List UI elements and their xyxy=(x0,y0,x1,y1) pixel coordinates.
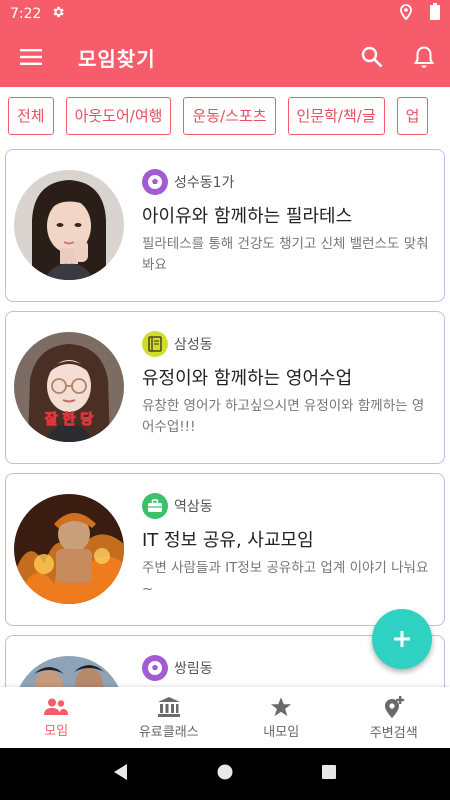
meetup-location: 성수동1가 xyxy=(174,175,235,191)
nav-label: 모임 xyxy=(44,723,69,739)
briefcase-icon xyxy=(142,493,168,519)
search-button[interactable] xyxy=(346,27,398,87)
meetup-card[interactable]: 역삼동 IT 정보 공유, 사교모임 주변 사람들과 IT정보 공유하고 업계 … xyxy=(5,473,445,626)
nav-label: 내모임 xyxy=(263,724,300,740)
bell-icon xyxy=(413,46,435,68)
recents-square-icon xyxy=(321,765,336,779)
nav-item-paid-classes[interactable]: 유료클래스 xyxy=(113,687,226,748)
meetup-title: 유정이와 함께하는 영어수업 xyxy=(142,368,353,389)
meetup-avatar xyxy=(14,170,124,280)
meetup-title: 아이유와 함께하는 필라테스 xyxy=(142,206,353,227)
nav-label: 유료클래스 xyxy=(138,724,199,740)
chip-sports[interactable]: 운동/스포츠 xyxy=(183,96,276,135)
bottom-navigation: 모임 유료클래스 내모임 주변검색 xyxy=(0,687,450,748)
star-icon xyxy=(271,696,292,716)
meetup-avatar xyxy=(14,494,124,604)
search-icon xyxy=(361,46,383,68)
location-add-icon xyxy=(384,695,404,718)
meetup-location: 쌍림동 xyxy=(174,661,213,677)
back-button[interactable] xyxy=(113,763,129,785)
home-circle-icon xyxy=(217,764,233,780)
nav-item-meetups[interactable]: 모임 xyxy=(0,687,113,748)
app-bar: 모임찾기 xyxy=(0,27,450,87)
settings-gear-icon xyxy=(51,4,65,23)
chip-all[interactable]: 전체 xyxy=(8,96,54,135)
meetup-title: IT 정보 공유, 사교모임 xyxy=(142,530,314,551)
avatar-caption-text: 잘 한 당 xyxy=(45,411,94,428)
meetup-description: 유창한 영어가 하고싶으시면 유정이와 함께하는 영어수업!!! xyxy=(142,398,425,435)
recents-button[interactable] xyxy=(321,764,337,784)
chip-humanities-books[interactable]: 인문학/책/글 xyxy=(287,96,385,135)
system-navigation-bar xyxy=(0,748,450,800)
page-title: 모임찾기 xyxy=(78,46,156,71)
notifications-button[interactable] xyxy=(398,27,450,87)
battery-icon xyxy=(430,3,440,24)
nav-item-my-meetups[interactable]: 내모임 xyxy=(225,687,338,748)
soccer-ball-icon xyxy=(142,169,168,195)
chip-business[interactable]: 업 xyxy=(396,96,429,135)
bank-icon xyxy=(157,696,180,717)
meetup-location: 삼성동 xyxy=(174,337,213,353)
meetup-card[interactable]: 성수동1가 아이유와 함께하는 필라테스 필라테스를 통해 건강도 챙기고 신체… xyxy=(5,149,445,302)
soccer-ball-icon xyxy=(142,655,168,681)
back-triangle-icon xyxy=(114,764,128,780)
status-bar: 7:22 xyxy=(0,0,450,27)
location-pin-icon xyxy=(400,3,412,24)
meetup-avatar xyxy=(14,656,124,687)
nav-item-nearby-search[interactable]: 주변검색 xyxy=(338,687,450,748)
nav-label: 주변검색 xyxy=(369,725,418,741)
plus-icon xyxy=(394,631,410,647)
meetup-description: 주변 사람들과 IT정보 공유하고 업계 이야기 나눠요~ xyxy=(142,560,429,597)
meetup-avatar: 잘 한 당 xyxy=(14,332,124,442)
meetup-description: 필라테스를 통해 건강도 챙기고 신체 밸런스도 맞춰봐요 xyxy=(142,236,429,273)
hamburger-menu-icon xyxy=(20,49,42,65)
add-meetup-button[interactable] xyxy=(372,609,432,669)
book-icon xyxy=(142,331,168,357)
home-button[interactable] xyxy=(216,763,234,785)
meetup-card[interactable]: 잘 한 당 삼성동 유정이와 함께하는 영어수업 유창한 영어가 하고싶으시면 … xyxy=(5,311,445,464)
meetup-location: 역삼동 xyxy=(174,499,213,515)
menu-button[interactable] xyxy=(0,27,62,87)
people-icon xyxy=(44,698,69,715)
status-time: 7:22 xyxy=(10,5,42,22)
meetup-list[interactable]: 성수동1가 아이유와 함께하는 필라테스 필라테스를 통해 건강도 챙기고 신체… xyxy=(0,144,450,687)
chip-outdoor-travel[interactable]: 아웃도어/여행 xyxy=(65,96,172,135)
category-filter-row: 전체 아웃도어/여행 운동/스포츠 인문학/책/글 업 xyxy=(0,87,450,144)
